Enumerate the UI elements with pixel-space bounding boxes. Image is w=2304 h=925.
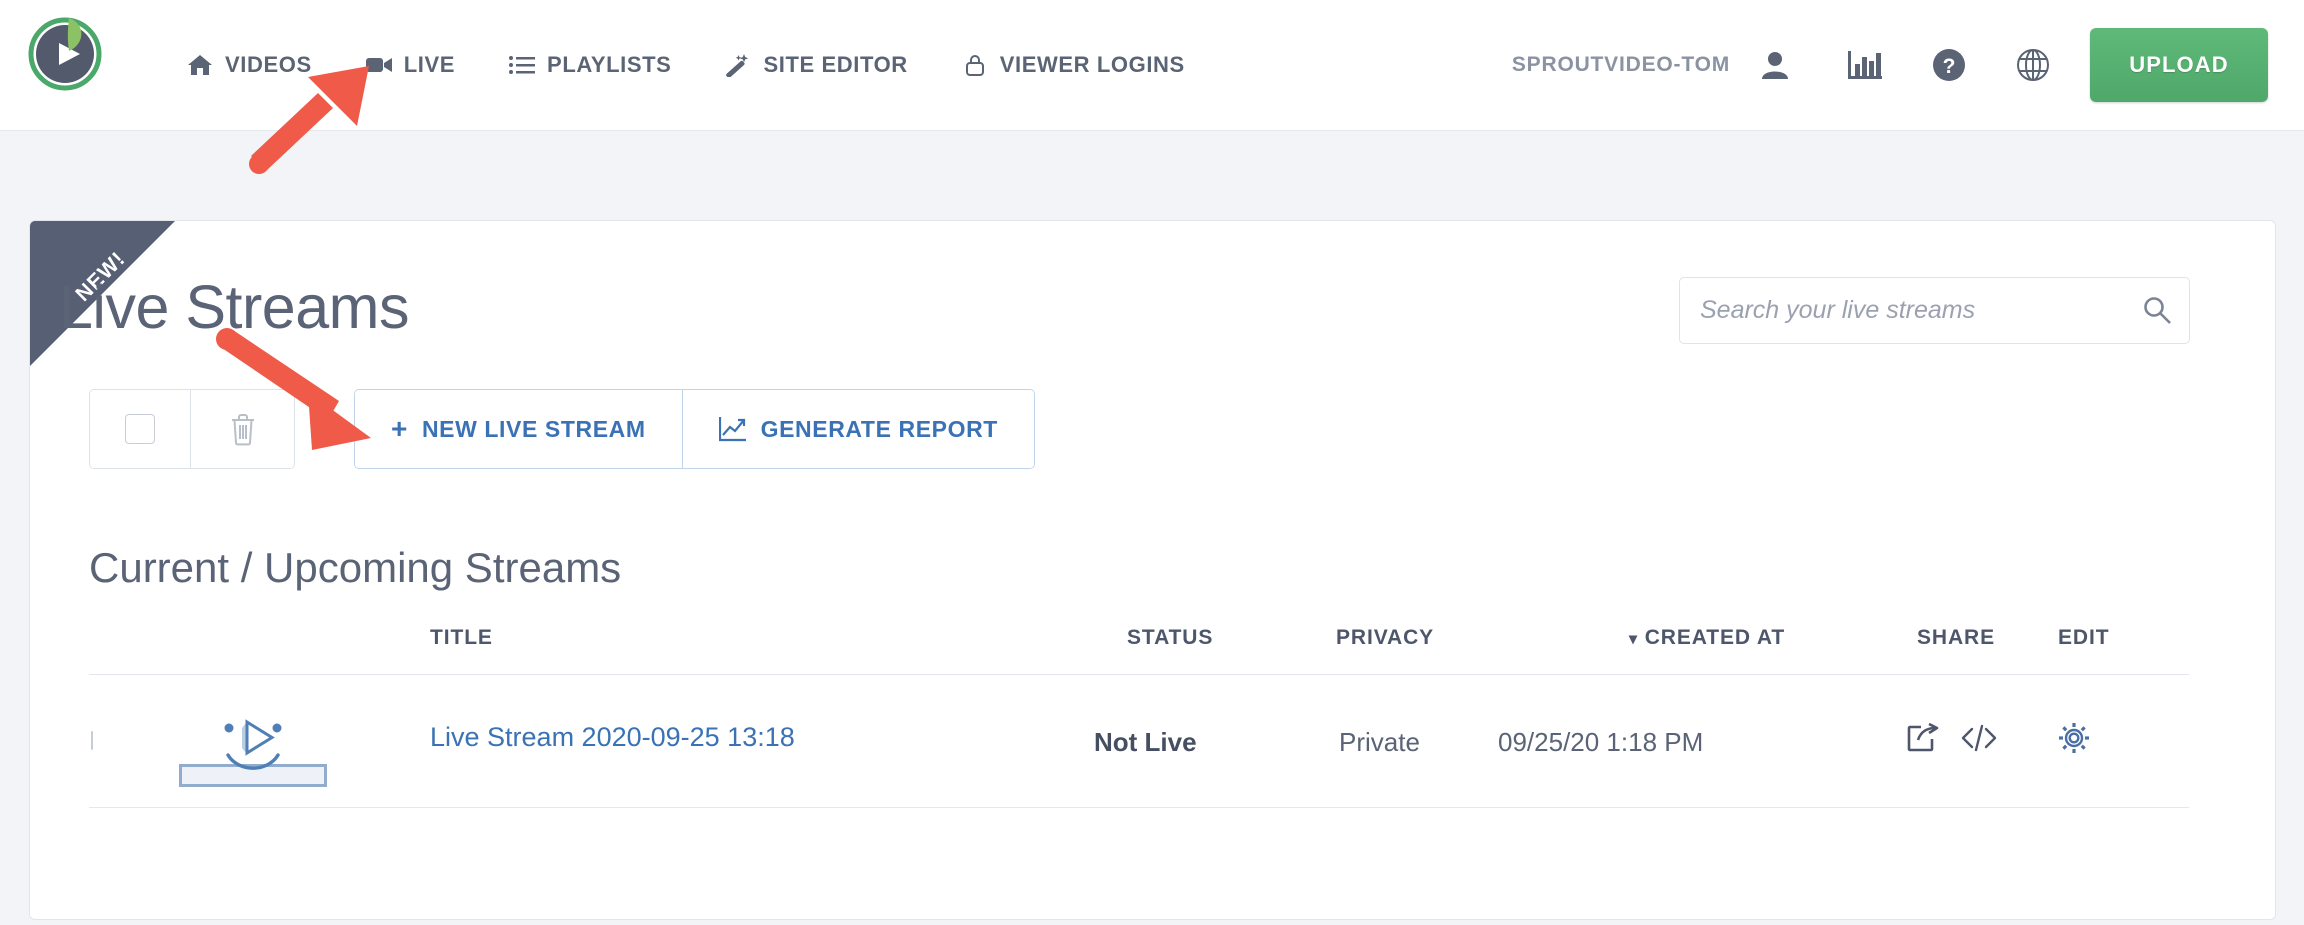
nav-item-site-editor[interactable]: SITE EDITOR bbox=[698, 52, 934, 78]
nav-item-live[interactable]: LIVE bbox=[339, 52, 482, 78]
stream-edit-action bbox=[2057, 721, 2091, 755]
nav-item-site-editor-label: SITE EDITOR bbox=[763, 52, 908, 77]
generate-report-button[interactable]: GENERATE REPORT bbox=[681, 390, 1034, 468]
stream-created-at: 09/25/20 1:18 PM bbox=[1498, 727, 1704, 757]
new-live-stream-label: NEW LIVE STREAM bbox=[421, 415, 646, 442]
search-input[interactable] bbox=[1679, 277, 2190, 344]
bulk-actions-group bbox=[89, 389, 295, 469]
column-header-created-at[interactable]: ▾ CREATED AT bbox=[1629, 626, 1785, 650]
video-camera-icon bbox=[365, 52, 392, 78]
gear-icon[interactable] bbox=[2057, 721, 2091, 755]
stream-actions-group: + NEW LIVE STREAM GENERATE REPORT bbox=[354, 389, 1035, 469]
select-all-checkbox[interactable] bbox=[90, 390, 190, 468]
table-row: Live Stream 2020-09-25 13:18 Not Live Pr… bbox=[89, 675, 2189, 808]
column-header-privacy[interactable]: PRIVACY bbox=[1336, 626, 1434, 650]
nav-item-playlists[interactable]: PLAYLISTS bbox=[482, 52, 698, 78]
column-header-share: SHARE bbox=[1917, 626, 1996, 649]
page-title: Live Streams bbox=[59, 273, 409, 341]
generate-report-label: GENERATE REPORT bbox=[760, 415, 998, 442]
globe-icon[interactable] bbox=[2002, 34, 2064, 96]
plus-icon: + bbox=[391, 413, 408, 444]
stream-share-actions bbox=[1907, 723, 1997, 753]
nav-item-videos-label: VIDEOS bbox=[225, 52, 312, 77]
nav-item-playlists-label: PLAYLISTS bbox=[547, 52, 672, 77]
stream-title-link-cell: Live Stream 2020-09-25 13:18 bbox=[430, 722, 795, 753]
checkbox-box bbox=[125, 414, 155, 444]
account-name[interactable]: SPROUTVIDEO-TOM bbox=[1512, 53, 1730, 77]
line-chart-icon bbox=[718, 416, 747, 442]
magic-wand-icon bbox=[725, 52, 751, 78]
smiley-play-placeholder-icon bbox=[179, 719, 327, 787]
nav-item-viewer-logins[interactable]: VIEWER LOGINS bbox=[935, 52, 1212, 78]
list-icon bbox=[509, 52, 536, 78]
question-circle-icon[interactable]: ? bbox=[1918, 34, 1980, 96]
new-live-stream-button[interactable]: + NEW LIVE STREAM bbox=[355, 390, 682, 468]
bar-chart-icon[interactable] bbox=[1834, 34, 1896, 96]
column-header-edit: EDIT bbox=[2058, 626, 2110, 649]
embed-code-icon[interactable] bbox=[1961, 723, 1997, 753]
upload-button[interactable]: UPLOAD bbox=[2090, 28, 2268, 102]
column-header-status[interactable]: STATUS bbox=[1127, 626, 1213, 650]
row-select-checkbox[interactable] bbox=[91, 731, 93, 750]
search-container bbox=[1679, 277, 2190, 344]
nav-item-viewer-logins-label: VIEWER LOGINS bbox=[999, 52, 1185, 77]
delete-button[interactable] bbox=[190, 390, 294, 468]
section-title: Current / Upcoming Streams bbox=[89, 544, 622, 591]
sort-caret-down-icon: ▾ bbox=[1629, 631, 1638, 648]
nav-item-live-label: LIVE bbox=[403, 52, 456, 77]
user-icon[interactable] bbox=[1744, 34, 1806, 96]
svg-text:?: ? bbox=[1943, 55, 1956, 78]
stream-thumbnail[interactable] bbox=[179, 698, 327, 787]
streams-table: TITLE STATUS PRIVACY ▾ CREATED AT SHARE … bbox=[89, 620, 2189, 808]
stream-title-link[interactable]: Live Stream 2020-09-25 13:18 bbox=[430, 722, 795, 752]
column-header-created-at-label: CREATED AT bbox=[1644, 626, 1786, 649]
nav-right-section: SPROUTVIDEO-TOM ? UPLOAD bbox=[1512, 0, 2304, 130]
top-navigation-bar: VIDEOS LIVE PLAYLISTS SITE EDITOR VIEWER… bbox=[0, 0, 2304, 131]
main-nav-links: VIDEOS LIVE PLAYLISTS SITE EDITOR VIEWER… bbox=[160, 0, 1212, 130]
table-header-row: TITLE STATUS PRIVACY ▾ CREATED AT SHARE … bbox=[89, 620, 2189, 675]
home-icon bbox=[187, 52, 213, 78]
stream-privacy: Private bbox=[1339, 727, 1420, 757]
streams-toolbar: + NEW LIVE STREAM GENERATE REPORT bbox=[89, 389, 1035, 469]
nav-item-videos[interactable]: VIDEOS bbox=[160, 52, 339, 78]
trash-icon bbox=[228, 412, 258, 446]
upload-button-label: UPLOAD bbox=[2129, 52, 2229, 77]
stream-status: Not Live bbox=[1094, 727, 1197, 757]
checkbox-box bbox=[91, 731, 93, 750]
column-header-title[interactable]: TITLE bbox=[430, 626, 493, 650]
sproutvideo-logo[interactable] bbox=[22, 8, 108, 94]
share-icon[interactable] bbox=[1907, 723, 1939, 753]
lock-icon bbox=[962, 52, 988, 78]
